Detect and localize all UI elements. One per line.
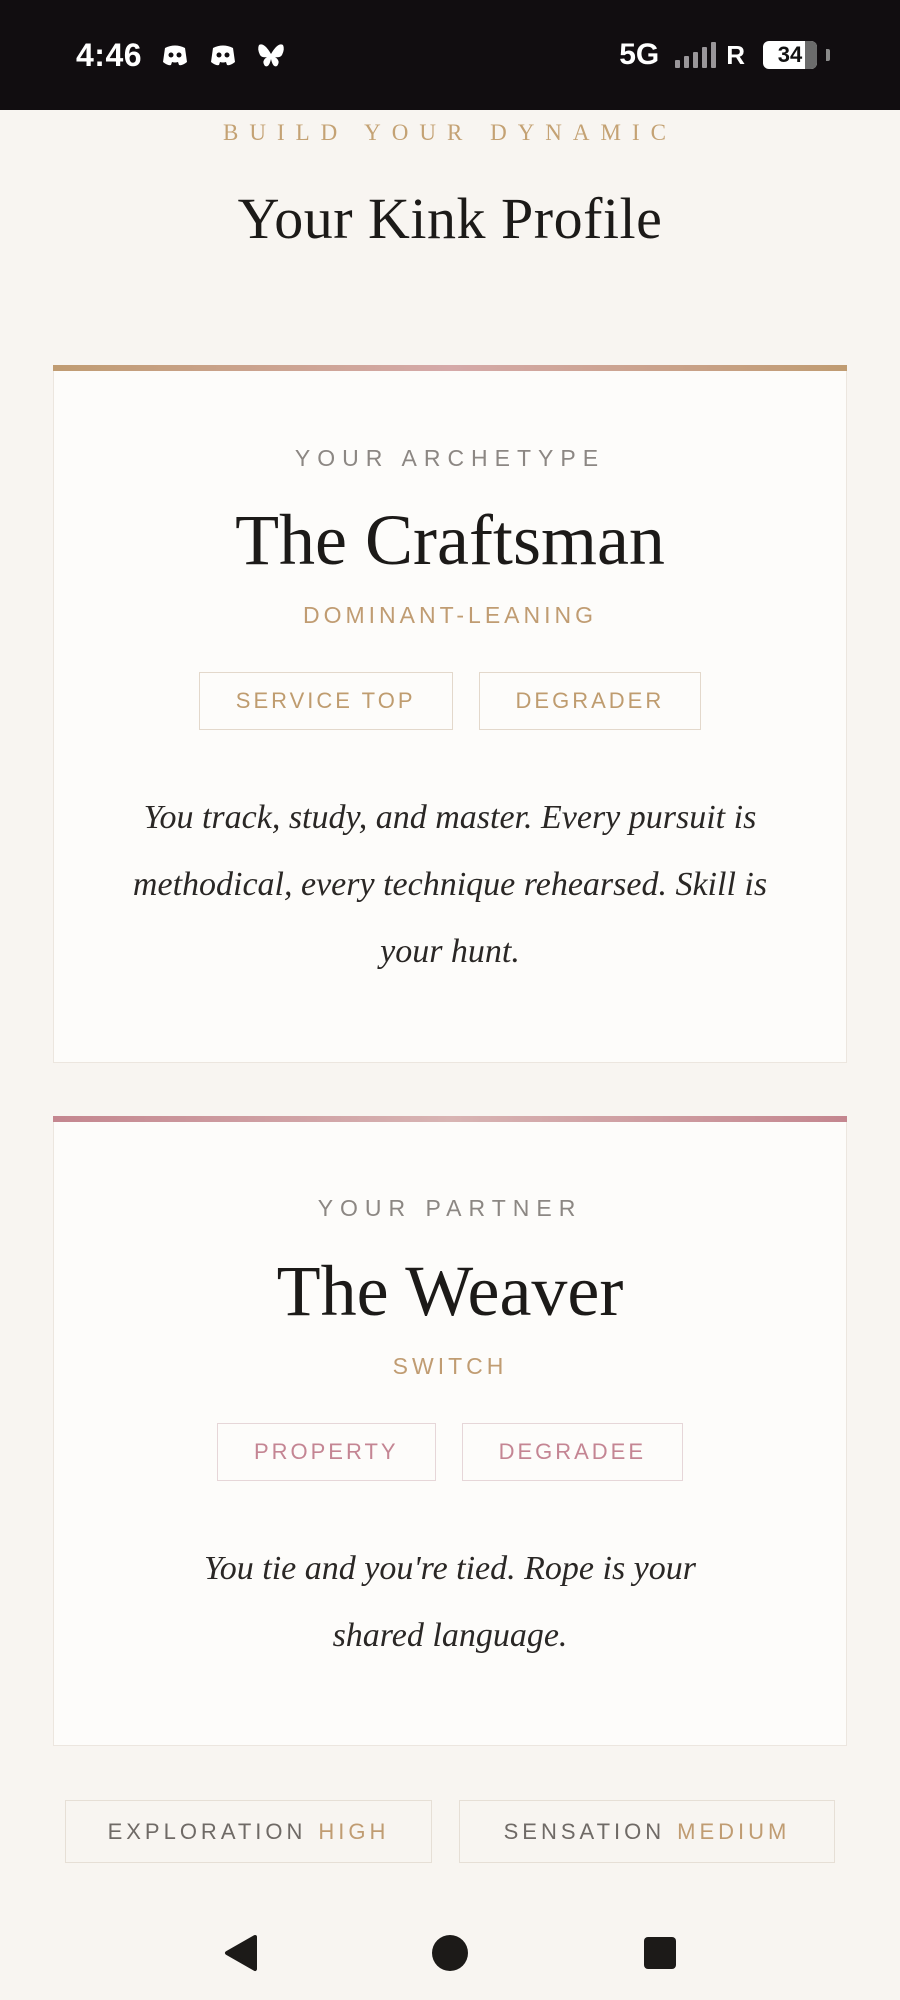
archetype-name: The Craftsman xyxy=(235,500,665,580)
tag-service-top: SERVICE TOP xyxy=(198,672,453,730)
back-icon xyxy=(225,1935,257,1971)
card-accent-bar xyxy=(53,365,847,371)
exploration-stat: EXPLORATION HIGH xyxy=(65,1800,432,1863)
partner-name: The Weaver xyxy=(276,1251,624,1331)
partner-description: You tie and you're tied. Rope is your sh… xyxy=(203,1550,697,1654)
home-button[interactable] xyxy=(430,1933,470,1973)
partner-tags: PROPERTY DEGRADEE xyxy=(54,1423,846,1481)
archetype-description: You track, study, and master. Every purs… xyxy=(132,799,768,970)
discord-icon xyxy=(160,40,190,70)
bluesky-icon xyxy=(256,40,286,70)
signal-icon xyxy=(675,42,717,68)
archetype-card: YOUR ARCHETYPE The Craftsman DOMINANT-LE… xyxy=(53,365,847,1063)
archetype-label: YOUR ARCHETYPE xyxy=(294,445,606,471)
tag-degradee: DEGRADEE xyxy=(461,1423,684,1481)
sensation-label: SENSATION xyxy=(503,1818,666,1844)
exploration-value: HIGH xyxy=(318,1818,390,1844)
system-nav-bar xyxy=(0,1906,900,2000)
battery-cap xyxy=(826,49,830,61)
exploration-label: EXPLORATION xyxy=(107,1818,307,1844)
archetype-tags: SERVICE TOP DEGRADER xyxy=(54,672,846,730)
recents-button[interactable] xyxy=(640,1933,680,1973)
page-eyebrow: BUILD YOUR DYNAMIC xyxy=(223,120,677,145)
partner-leaning: SWITCH xyxy=(392,1353,508,1379)
battery-icon: 34 xyxy=(763,41,817,69)
archetype-leaning: DOMINANT-LEANING xyxy=(302,602,598,628)
home-icon xyxy=(432,1935,468,1971)
status-bar: 4:46 5G R 34 xyxy=(0,0,900,110)
recents-icon xyxy=(644,1937,676,1969)
status-right: 5G R 34 xyxy=(619,38,830,72)
back-button[interactable] xyxy=(220,1933,260,1973)
network-label: 5G xyxy=(619,38,660,71)
roaming-indicator: R xyxy=(726,39,745,70)
card-accent-bar xyxy=(53,1116,847,1122)
partner-card: YOUR PARTNER The Weaver SWITCH PROPERTY … xyxy=(53,1116,847,1746)
battery-level: 34 xyxy=(777,42,803,67)
page-title: Your Kink Profile xyxy=(237,186,663,251)
discord-icon xyxy=(208,40,238,70)
tag-degrader: DEGRADER xyxy=(478,672,702,730)
tag-property: PROPERTY xyxy=(216,1423,436,1481)
sensation-value: MEDIUM xyxy=(677,1818,791,1844)
partner-label: YOUR PARTNER xyxy=(317,1195,583,1221)
status-left: 4:46 xyxy=(76,37,286,74)
sensation-stat: SENSATION MEDIUM xyxy=(459,1800,835,1863)
status-time: 4:46 xyxy=(76,36,143,73)
